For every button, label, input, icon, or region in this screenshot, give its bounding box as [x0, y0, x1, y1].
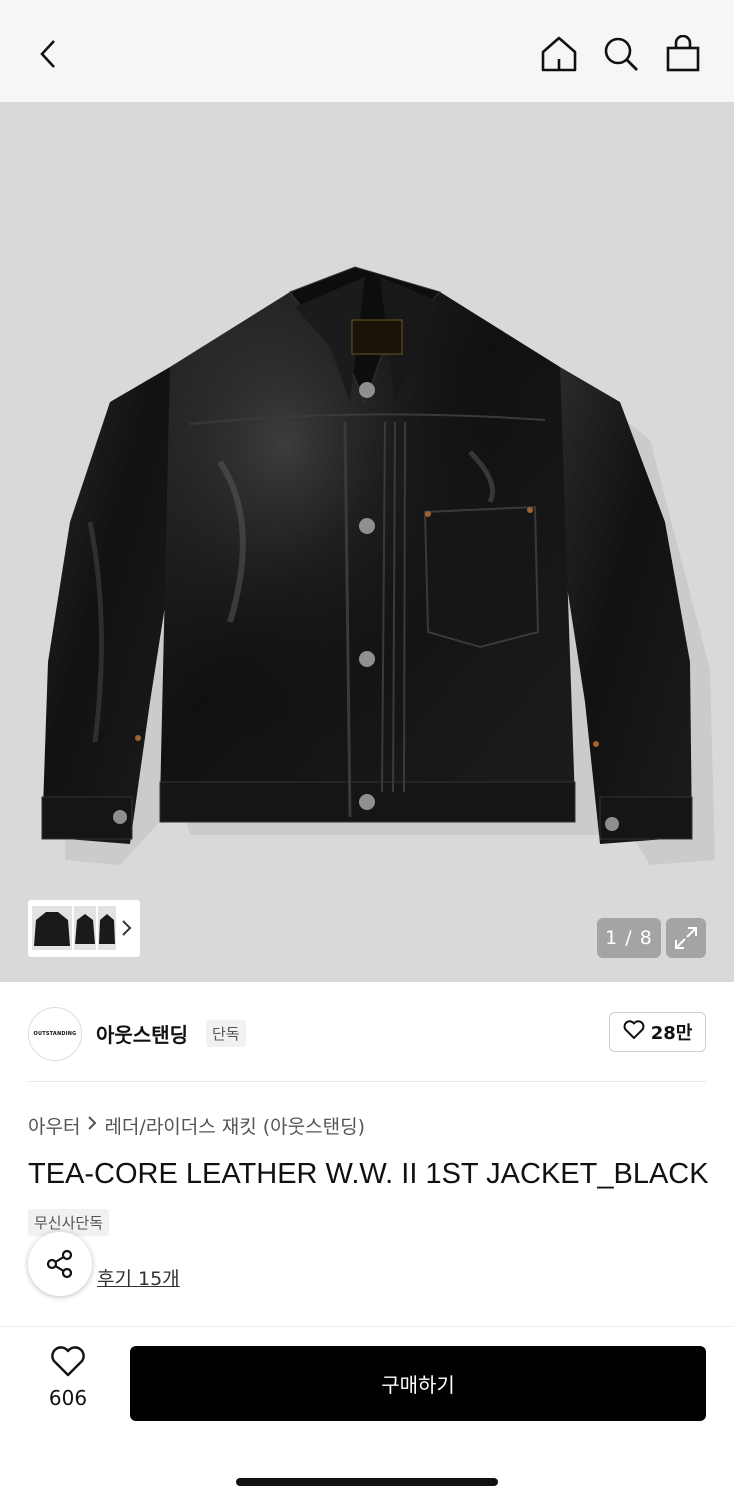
top-navigation-bar — [0, 0, 734, 102]
search-icon[interactable] — [601, 34, 641, 74]
thumbnail-strip[interactable] — [28, 900, 140, 957]
product-title: TEA-CORE LEATHER W.W. II 1ST JACKET_BLAC… — [28, 1158, 709, 1190]
brand-logo[interactable]: OUTSTANDING — [28, 1007, 82, 1061]
breadcrumb-subcategory[interactable]: 레더/라이더스 재킷 (아웃스탠딩) — [104, 1112, 365, 1139]
share-icon[interactable] — [28, 1232, 92, 1296]
thumbnail-2[interactable] — [74, 906, 96, 950]
buy-button[interactable]: 구매하기 — [130, 1346, 706, 1421]
thumbnail-1[interactable] — [32, 906, 72, 950]
image-pager: 1 / 8 — [597, 918, 661, 958]
home-indicator — [236, 1478, 498, 1486]
brand-logo-text: OUTSTANDING — [33, 1031, 77, 1037]
brand-row: OUTSTANDING 아웃스탠딩 단독 28만 — [28, 1007, 706, 1061]
breadcrumb-category[interactable]: 아우터 — [28, 1112, 80, 1139]
thumbnail-3[interactable] — [98, 906, 116, 950]
review-link[interactable]: 후기 15개 — [97, 1264, 180, 1291]
brand-name[interactable]: 아웃스탠딩 — [96, 1019, 188, 1048]
shopping-bag-icon[interactable] — [663, 34, 703, 74]
expand-icon[interactable] — [666, 918, 706, 958]
exclusive-badge: 무신사단독 — [28, 1209, 110, 1236]
wishlist-count: 606 — [48, 1386, 88, 1410]
home-icon[interactable] — [539, 34, 579, 74]
wishlist-button[interactable]: 606 — [28, 1346, 108, 1422]
brand-like-button[interactable]: 28만 — [609, 1012, 706, 1052]
brand-like-count: 28만 — [650, 1023, 693, 1044]
heart-icon — [50, 1346, 86, 1382]
chevron-right-icon[interactable] — [120, 918, 132, 942]
divider — [28, 1081, 706, 1082]
heart-icon — [623, 1019, 645, 1045]
product-image-gallery[interactable] — [0, 102, 734, 982]
brand-exclusive-tag: 단독 — [206, 1020, 246, 1047]
chevron-right-icon — [86, 1114, 98, 1137]
chevron-left-icon[interactable] — [28, 34, 68, 74]
breadcrumb: 아우터 레더/라이더스 재킷 (아웃스탠딩) — [28, 1112, 365, 1139]
leather-jacket-image — [41, 266, 715, 865]
